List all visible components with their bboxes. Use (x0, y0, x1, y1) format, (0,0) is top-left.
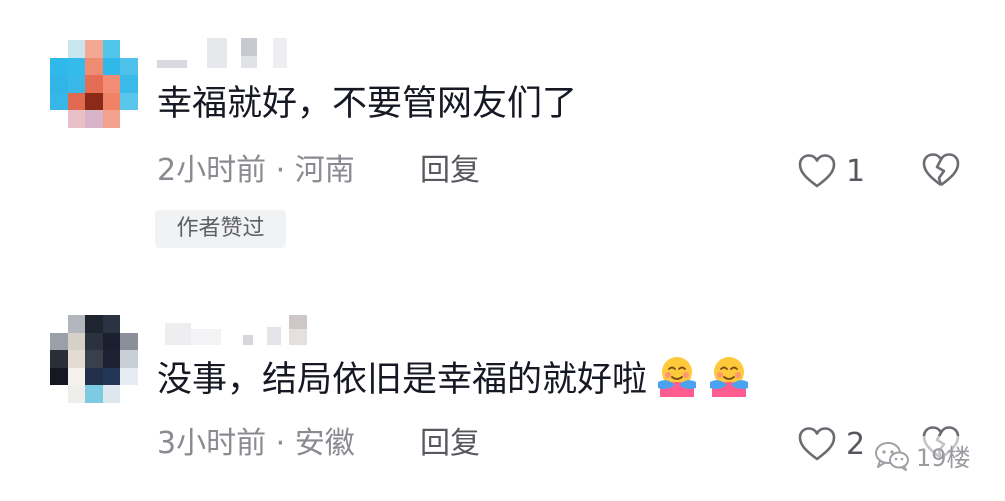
dislike-button[interactable] (922, 151, 960, 193)
comment-item: 幸福就好，不要管网友们了 2小时前 · 河南 回复 1 作者赞过 (0, 0, 1005, 270)
author-liked-badge: 作者赞过 (155, 210, 286, 248)
meta-separator: · (275, 153, 286, 188)
username[interactable] (157, 315, 307, 347)
comment-time: 3小时前 (157, 426, 267, 461)
broken-heart-icon (922, 153, 960, 187)
comment-time: 2小时前 (157, 153, 267, 188)
reply-button[interactable]: 回复 (420, 153, 480, 189)
like-button[interactable]: 1 (798, 151, 865, 191)
comment-location: 河南 (294, 153, 355, 188)
heart-icon (798, 154, 836, 188)
reply-button[interactable]: 回复 (420, 426, 480, 462)
like-button[interactable]: 2 (798, 424, 865, 464)
heart-icon (798, 427, 836, 461)
meta-separator: · (275, 426, 286, 461)
watermark-text: 19楼 (916, 444, 971, 472)
comment-text: 没事，结局依旧是幸福的就好啦 (157, 355, 751, 402)
comment-text: 幸福就好，不要管网友们了 (157, 84, 578, 124)
comment-meta: 2小时前 · 河南 (157, 153, 355, 189)
comment-item: 没事，结局依旧是幸福的就好啦 3小时前 · 安徽 回复 2 (0, 290, 1005, 501)
username[interactable] (157, 38, 307, 70)
comment-location: 安徽 (294, 426, 355, 461)
wechat-icon (875, 441, 909, 471)
watermark: 19楼 (868, 436, 977, 475)
comment-meta: 3小时前 · 安徽 (157, 426, 355, 462)
like-count: 1 (846, 153, 866, 189)
hug-emoji-icon (658, 357, 697, 397)
comment-text-content: 没事，结局依旧是幸福的就好啦 (157, 360, 648, 400)
avatar[interactable] (50, 40, 138, 128)
avatar[interactable] (50, 315, 138, 403)
like-count: 2 (846, 426, 866, 462)
hug-emoji-icon (710, 357, 749, 397)
